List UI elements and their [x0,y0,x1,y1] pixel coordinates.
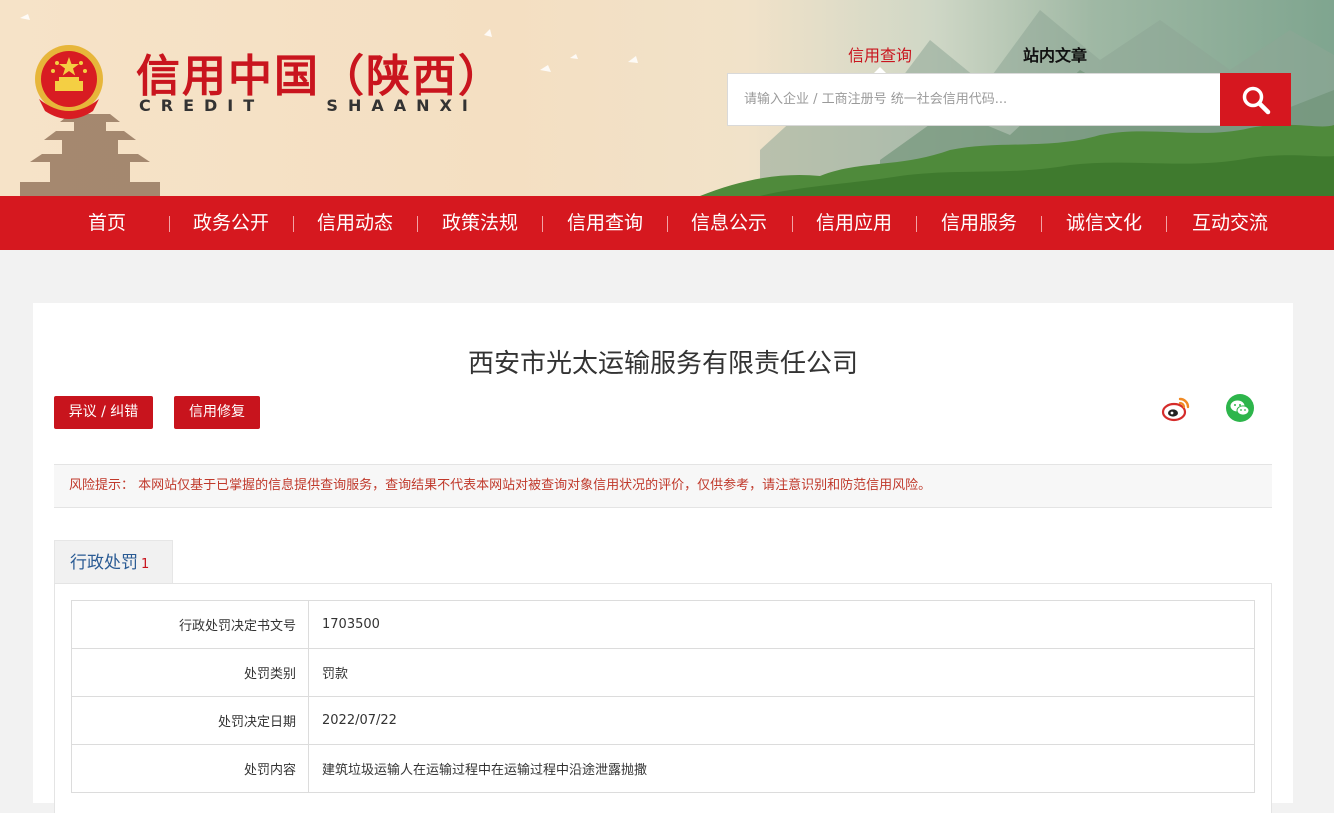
nav-item-policies[interactable]: 政策法规 [418,196,542,250]
nav-item-integrity-culture[interactable]: 诚信文化 [1042,196,1166,250]
company-detail-card: 西安市光太运输服务有限责任公司 异议 / 纠错 信用修复 风险提示： 本网站仅基… [33,303,1293,813]
table-row: 行政处罚决定书文号 1703500 [71,600,1255,649]
row-key: 处罚决定日期 [71,696,309,745]
penalty-panel: 行政处罚决定书文号 1703500 处罚类别 罚款 处罚决定日期 2022/07… [54,583,1272,813]
nav-item-info-disclosure[interactable]: 信息公示 [667,196,791,250]
risk-notice: 风险提示： 本网站仅基于已掌握的信息提供查询服务，查询结果不代表本网站对被查询对… [54,464,1272,508]
nav-item-home[interactable]: 首页 [45,196,169,250]
tab-count-badge: 1 [141,557,150,572]
table-row: 处罚内容 建筑垃圾运输人在运输过程中在运输过程中沿途泄露抛撒 [71,744,1255,793]
row-key: 处罚内容 [71,744,309,793]
row-key: 处罚类别 [71,648,309,697]
row-value: 1703500 [308,600,1255,649]
nav-item-interaction[interactable]: 互动交流 [1168,196,1292,250]
wechat-icon[interactable] [1225,393,1255,423]
nav-divider [1166,216,1167,232]
nav-item-credit-query[interactable]: 信用查询 [543,196,667,250]
company-name: 西安市光太运输服务有限责任公司 [467,349,858,379]
tab-site-articles[interactable]: 站内文章 [1023,42,1087,66]
national-emblem-icon [35,45,103,119]
nav-item-credit-service[interactable]: 信用服务 [917,196,1041,250]
site-subtitle: CREDIT SHAANXI [139,96,478,115]
main-nav: 首页 政务公开 信用动态 政策法规 信用查询 信息公示 信用应用 信用服务 诚信… [0,196,1334,250]
row-value: 2022/07/22 [308,696,1255,745]
nav-item-credit-news[interactable]: 信用动态 [293,196,417,250]
search-input[interactable] [727,73,1221,126]
header-banner: 信用中国（陕西） CREDIT SHAANXI 信用查询 站内文章 [0,0,1334,196]
nav-item-government-affairs[interactable]: 政务公开 [169,196,293,250]
row-key: 行政处罚决定书文号 [71,600,309,649]
credit-repair-button[interactable]: 信用修复 [174,396,260,429]
tab-label: 行政处罚 [70,553,138,573]
site-title: 信用中国（陕西） [136,51,504,102]
table-row: 处罚决定日期 2022/07/22 [71,696,1255,745]
tab-administrative-penalty[interactable]: 行政处罚 1 [54,540,173,584]
penalty-table: 行政处罚决定书文号 1703500 处罚类别 罚款 处罚决定日期 2022/07… [71,600,1255,793]
table-row: 处罚类别 罚款 [71,648,1255,697]
tab-credit-query[interactable]: 信用查询 [848,42,912,66]
objection-button[interactable]: 异议 / 纠错 [54,396,153,429]
row-value: 罚款 [308,648,1255,697]
nav-item-credit-application[interactable]: 信用应用 [792,196,916,250]
weibo-icon[interactable] [1161,393,1191,423]
search-icon [1242,86,1270,114]
row-value: 建筑垃圾运输人在运输过程中在运输过程中沿途泄露抛撒 [308,744,1255,793]
search-button[interactable] [1220,73,1291,126]
